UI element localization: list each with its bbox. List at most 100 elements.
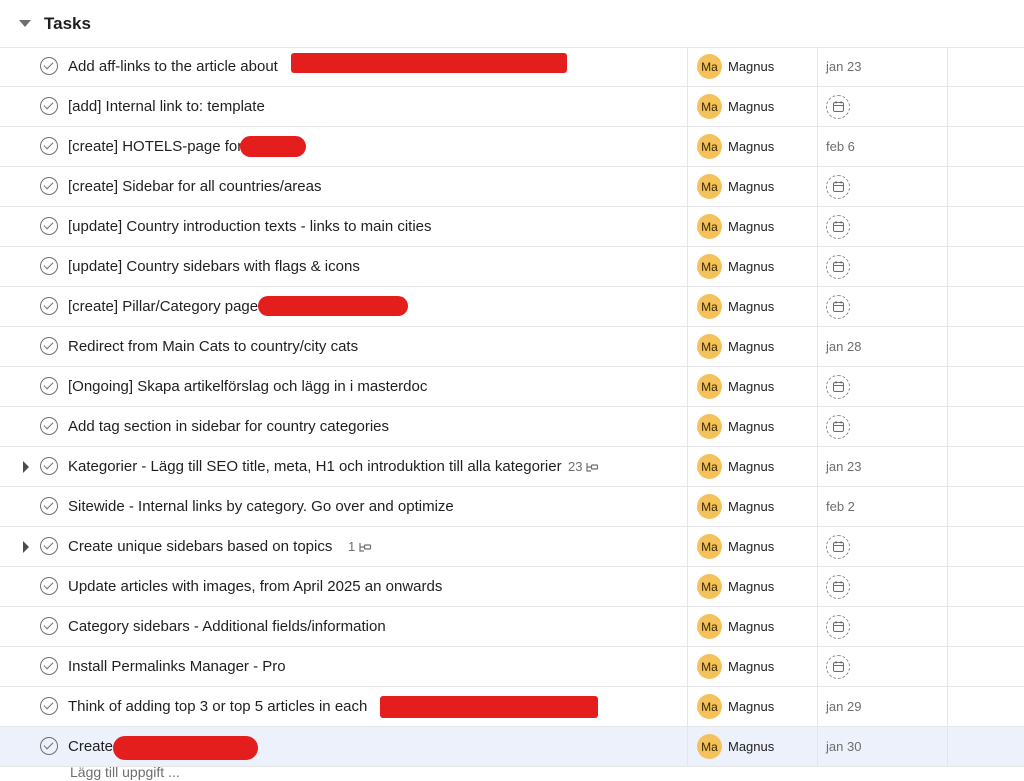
- assignee-cell[interactable]: Ma Magnus: [688, 607, 818, 646]
- empty-column-cell[interactable]: [948, 407, 1024, 446]
- calendar-icon[interactable]: [826, 654, 850, 679]
- task-name-cell[interactable]: Create: [8, 727, 688, 766]
- empty-column-cell[interactable]: [948, 87, 1024, 126]
- complete-task-checkbox[interactable]: [40, 376, 58, 395]
- complete-task-checkbox[interactable]: [40, 296, 58, 315]
- expand-subtasks-icon[interactable]: [23, 540, 29, 553]
- complete-task-checkbox[interactable]: [40, 336, 58, 355]
- due-date-cell[interactable]: [818, 167, 948, 206]
- section-header[interactable]: Tasks: [0, 0, 1024, 48]
- task-name[interactable]: [update] Country introduction texts - li…: [68, 218, 432, 235]
- task-name[interactable]: Add aff-links to the article about: [68, 58, 278, 75]
- complete-task-checkbox[interactable]: [40, 256, 58, 275]
- task-name[interactable]: [Ongoing] Skapa artikelförslag och lägg …: [68, 378, 427, 395]
- task-name-cell[interactable]: Create unique sidebars based on topics 1: [8, 527, 688, 566]
- task-row[interactable]: Create unique sidebars based on topics 1 M…: [0, 527, 1024, 567]
- assignee-cell[interactable]: Ma Magnus: [688, 487, 818, 526]
- task-name[interactable]: [add] Internal link to: template: [68, 98, 265, 115]
- task-name-cell[interactable]: Sitewide - Internal links by category. G…: [8, 487, 688, 526]
- task-name-cell[interactable]: Kategorier - Lägg till SEO title, meta, …: [8, 447, 688, 486]
- task-row[interactable]: Category sidebars - Additional fields/in…: [0, 607, 1024, 647]
- task-name[interactable]: Think of adding top 3 or top 5 articles …: [68, 698, 367, 715]
- assignee-cell[interactable]: Ma Magnus: [688, 567, 818, 606]
- complete-task-checkbox[interactable]: [40, 456, 58, 475]
- task-name-cell[interactable]: Update articles with images, from April …: [8, 567, 688, 606]
- empty-column-cell[interactable]: [948, 327, 1024, 366]
- assignee-cell[interactable]: Ma Magnus: [688, 87, 818, 126]
- task-name-cell[interactable]: [create] HOTELS-page for: [8, 127, 688, 166]
- due-date-cell[interactable]: feb 6: [818, 127, 948, 166]
- task-row[interactable]: [create] Sidebar for all countries/areas…: [0, 167, 1024, 207]
- due-date-cell[interactable]: jan 30: [818, 727, 948, 766]
- complete-task-checkbox[interactable]: [40, 696, 58, 715]
- assignee-cell[interactable]: Ma Magnus: [688, 687, 818, 726]
- assignee-cell[interactable]: Ma Magnus: [688, 327, 818, 366]
- task-row[interactable]: [create] Pillar/Category page: Ma Magnus: [0, 287, 1024, 327]
- task-name-cell[interactable]: [add] Internal link to: template: [8, 87, 688, 126]
- calendar-icon[interactable]: [826, 294, 850, 319]
- subtask-count[interactable]: 1: [344, 539, 373, 554]
- calendar-icon[interactable]: [826, 574, 850, 599]
- due-date-cell[interactable]: jan 29: [818, 687, 948, 726]
- task-name[interactable]: Install Permalinks Manager - Pro: [68, 658, 286, 675]
- complete-task-checkbox[interactable]: [40, 656, 58, 675]
- empty-column-cell[interactable]: [948, 47, 1024, 86]
- assignee-cell[interactable]: Ma Magnus: [688, 447, 818, 486]
- task-row[interactable]: Add tag section in sidebar for country c…: [0, 407, 1024, 447]
- empty-column-cell[interactable]: [948, 367, 1024, 406]
- empty-column-cell[interactable]: [948, 247, 1024, 286]
- assignee-cell[interactable]: Ma Magnus: [688, 407, 818, 446]
- calendar-icon[interactable]: [826, 534, 850, 559]
- assignee-cell[interactable]: Ma Magnus: [688, 167, 818, 206]
- calendar-icon[interactable]: [826, 94, 850, 119]
- calendar-icon[interactable]: [826, 614, 850, 639]
- due-date-cell[interactable]: [818, 407, 948, 446]
- complete-task-checkbox[interactable]: [40, 216, 58, 235]
- due-date-cell[interactable]: jan 23: [818, 447, 948, 486]
- assignee-cell[interactable]: Ma Magnus: [688, 207, 818, 246]
- task-name[interactable]: [create] HOTELS-page for: [68, 138, 242, 155]
- add-task-button[interactable]: Lägg till uppgift ...: [70, 764, 180, 780]
- assignee-cell[interactable]: Ma Magnus: [688, 127, 818, 166]
- complete-task-checkbox[interactable]: [40, 176, 58, 195]
- task-name[interactable]: Update articles with images, from April …: [68, 578, 442, 595]
- empty-column-cell[interactable]: [948, 207, 1024, 246]
- calendar-icon[interactable]: [826, 374, 850, 399]
- task-name[interactable]: Redirect from Main Cats to country/city …: [68, 338, 358, 355]
- empty-column-cell[interactable]: [948, 647, 1024, 686]
- empty-column-cell[interactable]: [948, 487, 1024, 526]
- complete-task-checkbox[interactable]: [40, 536, 58, 555]
- assignee-cell[interactable]: Ma Magnus: [688, 367, 818, 406]
- due-date-cell[interactable]: [818, 247, 948, 286]
- due-date-cell[interactable]: [818, 207, 948, 246]
- complete-task-checkbox[interactable]: [40, 96, 58, 115]
- due-date-cell[interactable]: [818, 607, 948, 646]
- task-row[interactable]: Sitewide - Internal links by category. G…: [0, 487, 1024, 527]
- assignee-cell[interactable]: Ma Magnus: [688, 527, 818, 566]
- task-name[interactable]: [create] Sidebar for all countries/areas: [68, 178, 321, 195]
- task-row[interactable]: [create] HOTELS-page for Ma Magnus feb 6: [0, 127, 1024, 167]
- task-row[interactable]: Add aff-links to the article about Ma Magn…: [0, 47, 1024, 87]
- empty-column-cell[interactable]: [948, 687, 1024, 726]
- calendar-icon[interactable]: [826, 414, 850, 439]
- empty-column-cell[interactable]: [948, 527, 1024, 566]
- task-name-cell[interactable]: Redirect from Main Cats to country/city …: [8, 327, 688, 366]
- complete-task-checkbox[interactable]: [40, 496, 58, 515]
- task-name[interactable]: [update] Country sidebars with flags & i…: [68, 258, 360, 275]
- task-name-cell[interactable]: Install Permalinks Manager - Pro: [8, 647, 688, 686]
- complete-task-checkbox[interactable]: [40, 136, 58, 155]
- task-name-cell[interactable]: Think of adding top 3 or top 5 articles …: [8, 687, 688, 726]
- due-date-cell[interactable]: [818, 87, 948, 126]
- due-date-cell[interactable]: feb 2: [818, 487, 948, 526]
- empty-column-cell[interactable]: [948, 167, 1024, 206]
- complete-task-checkbox[interactable]: [40, 576, 58, 595]
- calendar-icon[interactable]: [826, 174, 850, 199]
- empty-column-cell[interactable]: [948, 287, 1024, 326]
- task-row[interactable]: Install Permalinks Manager - Pro Ma Magnus: [0, 647, 1024, 687]
- task-name-cell[interactable]: [update] Country sidebars with flags & i…: [8, 247, 688, 286]
- assignee-cell[interactable]: Ma Magnus: [688, 287, 818, 326]
- due-date-cell[interactable]: jan 28: [818, 327, 948, 366]
- task-name-cell[interactable]: [Ongoing] Skapa artikelförslag och lägg …: [8, 367, 688, 406]
- task-name[interactable]: Create unique sidebars based on topics: [68, 538, 332, 555]
- due-date-cell[interactable]: [818, 567, 948, 606]
